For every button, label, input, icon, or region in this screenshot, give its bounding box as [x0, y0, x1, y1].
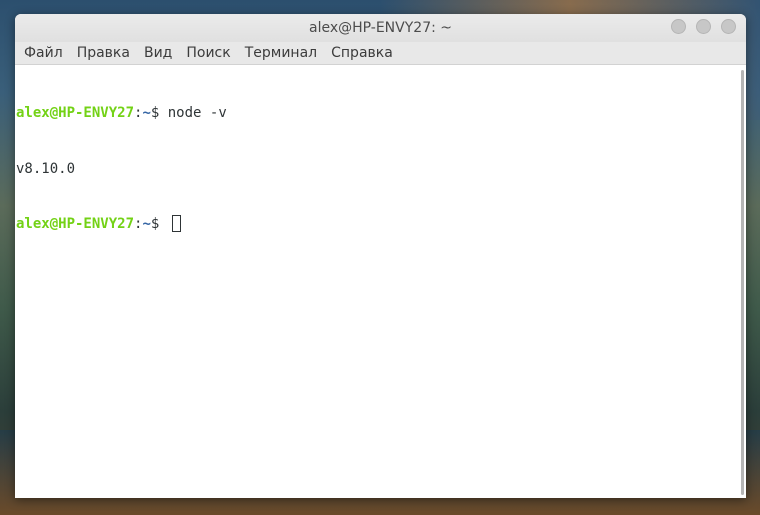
command-text: node -v — [167, 105, 227, 121]
title-bar[interactable]: alex@HP-ENVY27: ~ — [15, 14, 746, 42]
output-text: v8.10.0 — [16, 160, 76, 177]
menu-search[interactable]: Поиск — [179, 42, 237, 64]
prompt-path: ~ — [142, 105, 151, 121]
maximize-button[interactable] — [696, 19, 711, 34]
terminal-line-output: v8.10.0 — [16, 160, 745, 179]
menu-view[interactable]: Вид — [137, 42, 179, 64]
prompt-symbol: $ — [150, 105, 168, 121]
prompt-path: ~ — [142, 216, 151, 232]
terminal-line-prompt: alex@HP-ENVY27:~$ — [16, 215, 745, 234]
prompt-symbol: $ — [150, 216, 168, 232]
prompt-user: alex@HP-ENVY27 — [16, 105, 135, 121]
terminal-window: alex@HP-ENVY27: ~ Файл Правка Вид Поиск … — [15, 14, 746, 498]
menu-edit[interactable]: Правка — [70, 42, 137, 64]
scrollbar[interactable] — [741, 70, 744, 495]
terminal-line-command: alex@HP-ENVY27:~$ node -v — [16, 104, 745, 123]
prompt-user: alex@HP-ENVY27 — [16, 216, 135, 232]
terminal-output[interactable]: alex@HP-ENVY27:~$ node -v v8.10.0 alex@H… — [15, 65, 746, 498]
menu-help[interactable]: Справка — [324, 42, 400, 64]
menu-file[interactable]: Файл — [17, 42, 70, 64]
window-title: alex@HP-ENVY27: ~ — [309, 20, 452, 36]
minimize-button[interactable] — [671, 19, 686, 34]
text-cursor — [171, 215, 181, 232]
window-controls — [671, 19, 736, 34]
menu-bar: Файл Правка Вид Поиск Терминал Справка — [15, 42, 746, 65]
menu-terminal[interactable]: Терминал — [238, 42, 324, 64]
close-button[interactable] — [721, 19, 736, 34]
